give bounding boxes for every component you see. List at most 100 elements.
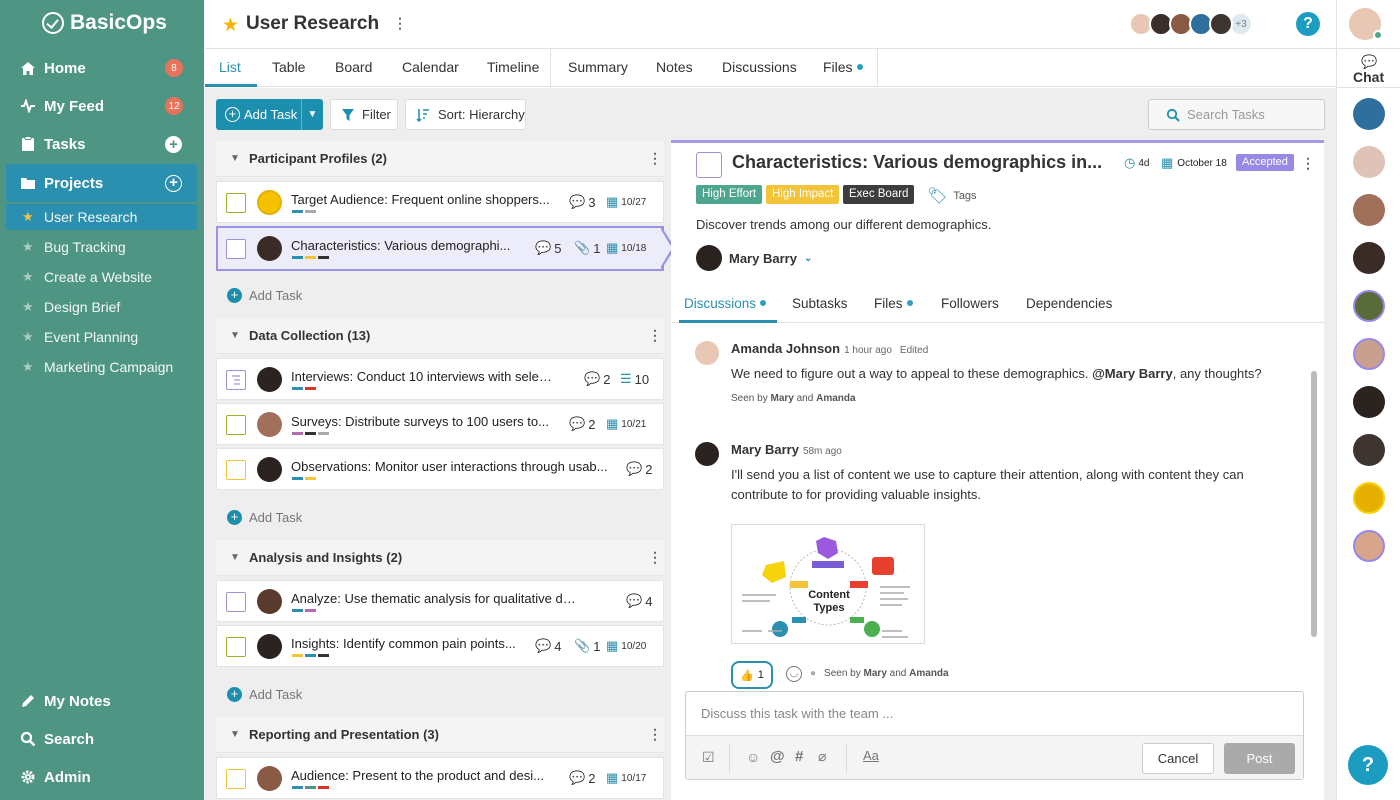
task-checkbox[interactable] bbox=[226, 460, 246, 480]
tab-list[interactable]: List bbox=[219, 59, 241, 75]
add-task-plus-icon[interactable]: + bbox=[165, 135, 182, 153]
tab-followers[interactable]: Followers bbox=[941, 296, 999, 311]
due-date[interactable]: ▦ October 18 bbox=[1161, 155, 1227, 171]
tag-high-impact[interactable]: High Impact bbox=[766, 185, 840, 204]
task-title[interactable]: Characteristics: Various demographics in… bbox=[732, 152, 1108, 173]
tags-button[interactable]: 🏷 Tags bbox=[927, 186, 977, 206]
nav-home[interactable]: Home 8 bbox=[0, 49, 204, 87]
tab-calendar[interactable]: Calendar bbox=[402, 59, 459, 75]
nav-tasks[interactable]: Tasks + bbox=[0, 125, 204, 163]
add-project-icon[interactable]: + bbox=[165, 174, 182, 192]
chevron-down-icon[interactable]: ▼ bbox=[230, 552, 240, 563]
chevron-down-icon[interactable]: ▼ bbox=[230, 729, 240, 740]
status-badge[interactable]: Accepted bbox=[1236, 154, 1294, 171]
subtask-count[interactable]: ☰ 10 bbox=[620, 371, 649, 387]
nav-projects[interactable]: Projects + bbox=[6, 164, 197, 202]
task-complete-checkbox[interactable] bbox=[696, 152, 722, 178]
task-row[interactable]: Interviews: Conduct 10 interviews with s… bbox=[216, 358, 664, 400]
comment-count[interactable]: 💬 2 bbox=[626, 461, 652, 477]
comment-count[interactable]: 💬 5 bbox=[535, 240, 561, 256]
add-task-link[interactable]: + Add Task bbox=[227, 687, 302, 702]
task-row[interactable]: Insights: Identify common pain points...… bbox=[216, 625, 664, 667]
nav-search[interactable]: Search bbox=[0, 720, 204, 758]
favorite-star-icon[interactable]: ★ bbox=[222, 14, 239, 37]
group-menu-icon[interactable]: ⋮ bbox=[648, 549, 662, 566]
task-checkbox[interactable] bbox=[226, 193, 246, 213]
project-user-research[interactable]: ★ User Research bbox=[6, 204, 197, 230]
tab-notes[interactable]: Notes bbox=[656, 59, 693, 75]
post-button[interactable]: Post bbox=[1224, 743, 1295, 774]
nav-my-notes[interactable]: My Notes bbox=[0, 682, 204, 720]
help-chat-bubble-icon[interactable]: ? bbox=[1348, 745, 1388, 785]
project-design-brief[interactable]: ★ Design Brief bbox=[0, 294, 204, 320]
add-reaction-icon[interactable]: ◡ bbox=[786, 666, 802, 682]
project-menu-icon[interactable]: ⋮ bbox=[393, 15, 407, 32]
chat-contact-avatar[interactable] bbox=[1353, 386, 1385, 418]
chat-contact-avatar[interactable] bbox=[1353, 434, 1385, 466]
task-list-checkbox[interactable] bbox=[226, 370, 246, 390]
task-row[interactable]: Target Audience: Frequent online shopper… bbox=[216, 181, 664, 223]
text-format-icon[interactable]: Aa bbox=[863, 748, 879, 763]
group-header[interactable]: ▼ Reporting and Presentation (3) ⋮ bbox=[216, 717, 664, 753]
nav-admin[interactable]: Admin bbox=[0, 758, 204, 796]
checklist-icon[interactable]: ☑ bbox=[702, 749, 715, 766]
comment-count[interactable]: 💬 4 bbox=[626, 593, 652, 609]
task-menu-icon[interactable]: ⋮ bbox=[1301, 155, 1315, 172]
task-row[interactable]: Surveys: Distribute surveys to 100 users… bbox=[216, 403, 664, 445]
task-checkbox[interactable] bbox=[226, 415, 246, 435]
chat-contact-avatar[interactable] bbox=[1353, 290, 1385, 322]
comment-author[interactable]: Amanda Johnson bbox=[731, 341, 840, 356]
task-row-selected[interactable]: Characteristics: Various demographi... 💬… bbox=[216, 226, 664, 271]
paperclip-icon[interactable]: ⌀ bbox=[818, 748, 826, 765]
discussion-input[interactable]: Discuss this task with the team ... bbox=[701, 706, 893, 721]
tab-discussions[interactable]: Discussions bbox=[684, 296, 767, 311]
tab-table[interactable]: Table bbox=[272, 59, 305, 75]
tab-discussions[interactable]: Discussions bbox=[722, 59, 797, 75]
attachment-count[interactable]: 📎 1 bbox=[574, 240, 600, 256]
chat-contact-avatar[interactable] bbox=[1353, 338, 1385, 370]
nav-my-feed[interactable]: My Feed 12 bbox=[0, 87, 204, 125]
member-avatars[interactable]: +3 bbox=[1129, 12, 1253, 36]
project-bug-tracking[interactable]: ★ Bug Tracking bbox=[0, 234, 204, 260]
task-row[interactable]: Audience: Present to the product and des… bbox=[216, 757, 664, 799]
attached-image[interactable]: Content Types bbox=[731, 524, 925, 644]
comment-count[interactable]: 💬 2 bbox=[569, 416, 595, 432]
chat-contact-avatar[interactable] bbox=[1353, 242, 1385, 274]
add-task-link[interactable]: + Add Task bbox=[227, 288, 302, 303]
filter-button[interactable]: Filter bbox=[330, 99, 398, 130]
cancel-button[interactable]: Cancel bbox=[1142, 743, 1214, 774]
duration[interactable]: ◷ 4d bbox=[1124, 155, 1149, 171]
group-header[interactable]: ▼ Data Collection (13) ⋮ bbox=[216, 318, 664, 354]
tab-files[interactable]: Files bbox=[874, 296, 913, 311]
add-task-dropdown-chevron-icon[interactable]: ▼ bbox=[301, 99, 323, 130]
sort-button[interactable]: Sort: Hierarchy bbox=[405, 99, 526, 130]
project-marketing-campaign[interactable]: ★ Marketing Campaign bbox=[0, 354, 204, 380]
hashtag-icon[interactable]: # bbox=[795, 748, 803, 765]
comment-count[interactable]: 💬 4 bbox=[535, 638, 561, 654]
tag-exec-board[interactable]: Exec Board bbox=[843, 185, 915, 204]
search-tasks-input[interactable]: Search Tasks bbox=[1148, 99, 1325, 130]
chat-contact-avatar[interactable] bbox=[1353, 482, 1385, 514]
chat-header[interactable]: 💬 Chat bbox=[1337, 48, 1400, 88]
comment-count[interactable]: 💬 3 bbox=[569, 194, 595, 210]
chat-contact-avatar[interactable] bbox=[1353, 146, 1385, 178]
task-checkbox[interactable] bbox=[226, 592, 246, 612]
task-description[interactable]: Discover trends among our different demo… bbox=[696, 217, 991, 232]
project-event-planning[interactable]: ★ Event Planning bbox=[0, 324, 204, 350]
chat-contact-avatar[interactable] bbox=[1353, 98, 1385, 130]
chevron-down-icon[interactable]: ▼ bbox=[230, 153, 240, 164]
basicops-logo[interactable]: BasicOps bbox=[42, 11, 167, 35]
mention[interactable]: @Mary Barry bbox=[1092, 366, 1173, 381]
help-icon[interactable]: ? bbox=[1296, 12, 1320, 36]
tab-files[interactable]: Files bbox=[823, 59, 863, 75]
mention-icon[interactable]: @ bbox=[770, 748, 785, 765]
task-row[interactable]: Analyze: Use thematic analysis for quali… bbox=[216, 580, 664, 622]
tab-timeline[interactable]: Timeline bbox=[487, 59, 539, 75]
tab-summary[interactable]: Summary bbox=[568, 59, 628, 75]
tab-dependencies[interactable]: Dependencies bbox=[1026, 296, 1112, 311]
chat-contact-avatar[interactable] bbox=[1353, 530, 1385, 562]
group-menu-icon[interactable]: ⋮ bbox=[648, 327, 662, 344]
comment-count[interactable]: 💬 2 bbox=[584, 371, 610, 387]
group-header[interactable]: ▼ Analysis and Insights (2) ⋮ bbox=[216, 540, 664, 576]
chevron-down-icon[interactable]: ▼ bbox=[230, 330, 240, 341]
